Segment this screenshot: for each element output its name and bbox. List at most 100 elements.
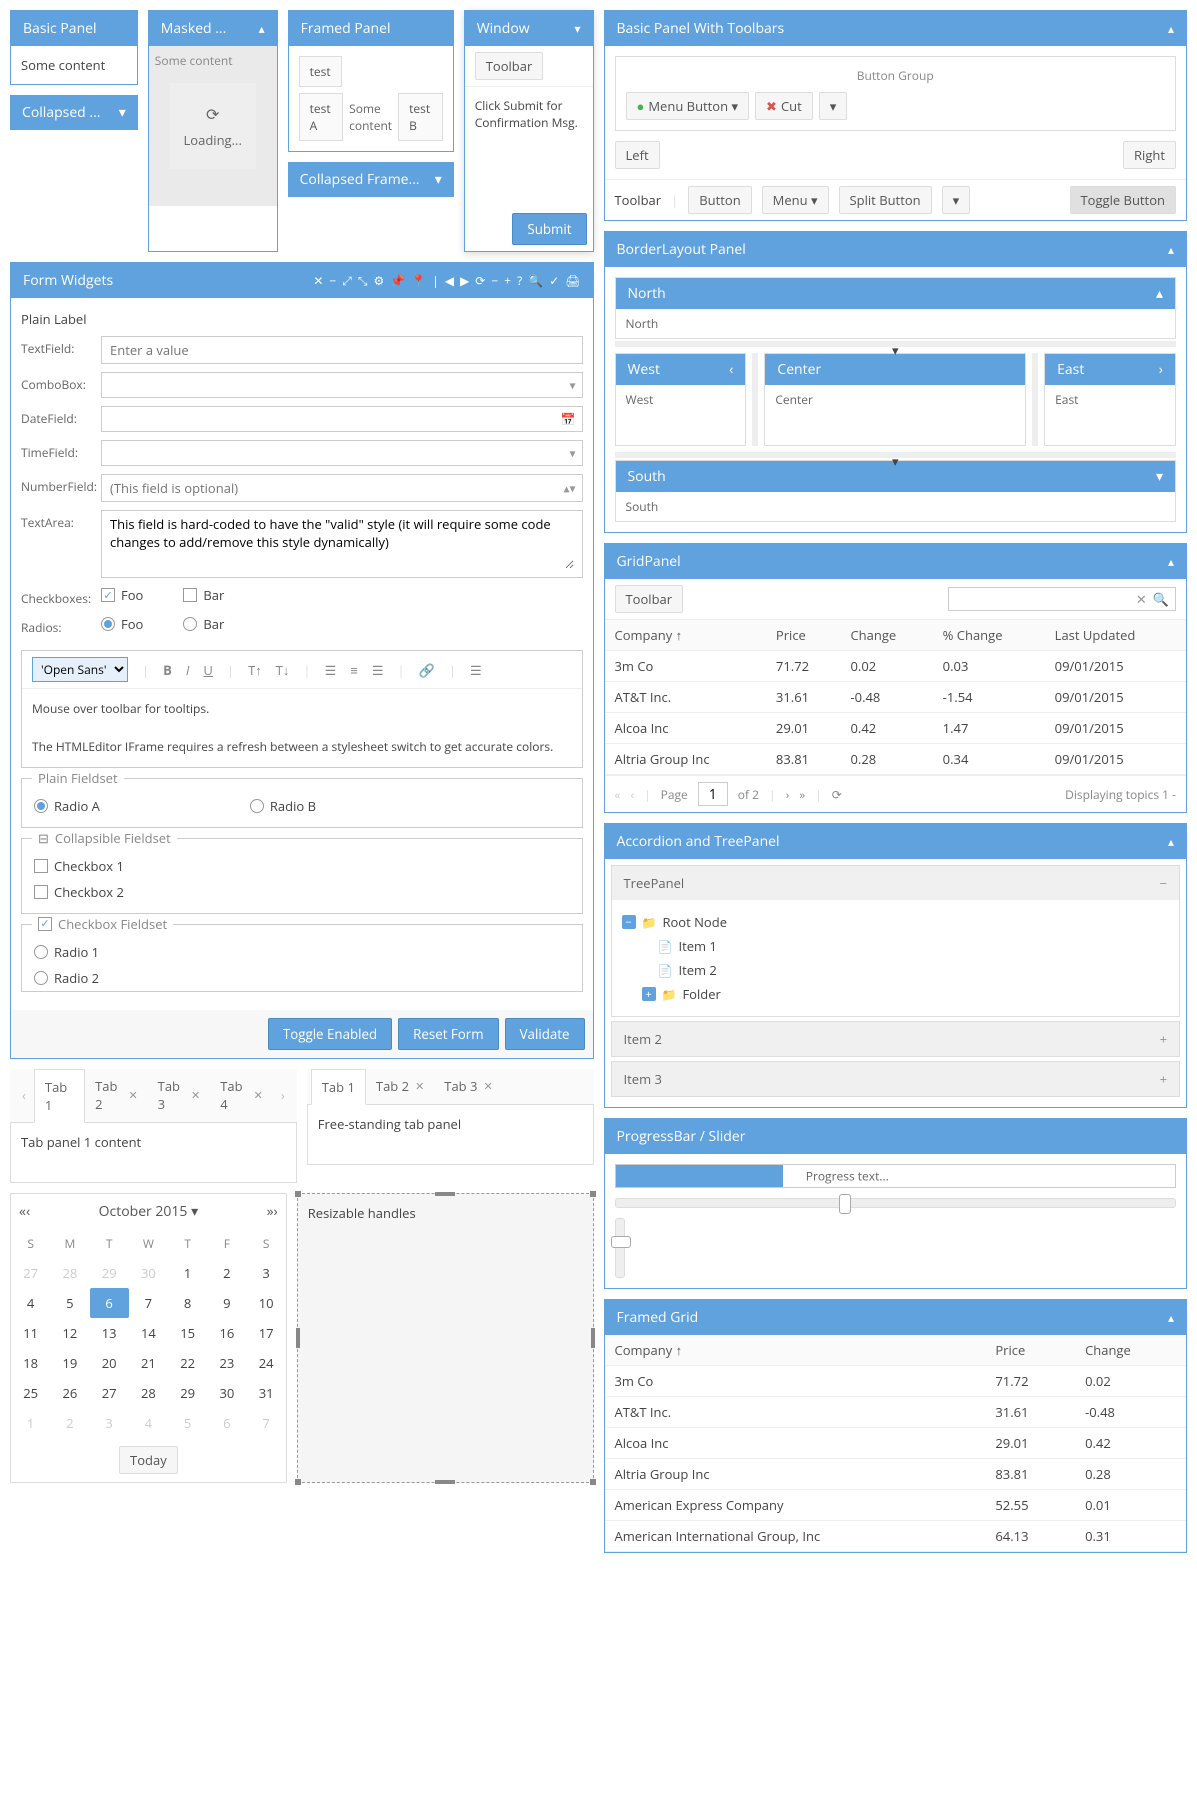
cal-cell[interactable]: 21: [129, 1348, 168, 1378]
split-button[interactable]: Split Button: [839, 186, 932, 214]
radio-1[interactable]: Radio 1: [34, 943, 570, 961]
button[interactable]: Button: [688, 186, 751, 214]
cal-cell[interactable]: 9: [207, 1288, 246, 1318]
collapse-toggle-icon[interactable]: ⊟: [38, 829, 49, 847]
collapse-icon[interactable]: [1168, 20, 1174, 37]
table-row[interactable]: American International Group, Inc64.130.…: [605, 1521, 1187, 1552]
close-icon[interactable]: ✕: [483, 1079, 492, 1094]
close-icon[interactable]: ✕: [254, 1088, 263, 1103]
cal-cell[interactable]: 4: [11, 1288, 50, 1318]
align-right-icon[interactable]: ☰: [372, 661, 384, 679]
grid-column-header[interactable]: Company ↑: [605, 1335, 986, 1366]
radio-icon[interactable]: [183, 617, 197, 631]
cal-cell[interactable]: 6: [207, 1408, 246, 1438]
cal-cell[interactable]: 6: [90, 1288, 129, 1318]
menu-dropdown[interactable]: Menu: [762, 186, 829, 214]
splitter[interactable]: [752, 353, 758, 446]
underline-icon[interactable]: U: [203, 661, 212, 679]
numberfield-input[interactable]: ▴▾: [101, 474, 583, 502]
grid-column-header[interactable]: Company ↑: [605, 620, 766, 651]
cal-cell[interactable]: 2: [50, 1408, 89, 1438]
cal-cell[interactable]: 29: [168, 1378, 207, 1408]
plus-icon[interactable]: +: [1160, 1030, 1167, 1048]
grid-search[interactable]: ✕ 🔍: [948, 587, 1176, 611]
close-icon[interactable]: ✕: [313, 272, 323, 289]
search-input[interactable]: [955, 590, 1130, 608]
free-tab-3[interactable]: Tab 3✕: [434, 1069, 502, 1103]
table-row[interactable]: AT&T Inc.31.61-0.48: [605, 1397, 1187, 1428]
cal-cell[interactable]: 5: [168, 1408, 207, 1438]
tree-root[interactable]: −Root Node: [622, 910, 1170, 934]
cal-cell[interactable]: 10: [247, 1288, 286, 1318]
resize-handle-icon[interactable]: [295, 1191, 301, 1197]
cal-cell[interactable]: 28: [129, 1378, 168, 1408]
cut-button[interactable]: Cut: [755, 92, 813, 120]
dropdown-icon[interactable]: [830, 97, 837, 115]
checkbox-2[interactable]: Checkbox 2: [34, 883, 570, 901]
radio-icon[interactable]: [34, 971, 48, 985]
print-icon[interactable]: 🖨: [565, 272, 580, 289]
reset-form-button[interactable]: Reset Form: [398, 1018, 498, 1050]
collapse-icon[interactable]: [259, 20, 265, 37]
cal-cell[interactable]: 19: [50, 1348, 89, 1378]
cal-cell[interactable]: 1: [168, 1258, 207, 1288]
table-row[interactable]: Altria Group Inc83.810.280.3409/01/2015: [605, 744, 1187, 775]
window-menu-icon[interactable]: [574, 20, 580, 37]
window-header[interactable]: Window: [465, 11, 593, 46]
tab-1[interactable]: Tab 1: [34, 1069, 85, 1123]
collapsed-panel[interactable]: Collapsed ...: [10, 95, 138, 130]
bold-icon[interactable]: B: [163, 661, 172, 679]
radio-icon[interactable]: [34, 799, 48, 813]
plus-icon[interactable]: +: [1160, 1070, 1167, 1088]
right-button[interactable]: Right: [1123, 141, 1176, 169]
cal-cell[interactable]: 18: [11, 1348, 50, 1378]
next-year-icon[interactable]: »: [267, 1202, 278, 1221]
cal-cell[interactable]: 25: [11, 1378, 50, 1408]
split-dropdown[interactable]: [942, 186, 971, 214]
minus-icon[interactable]: −: [1160, 874, 1167, 892]
font-decrease-icon[interactable]: T↓: [276, 661, 290, 679]
cal-cell[interactable]: 30: [207, 1378, 246, 1408]
table-row[interactable]: AT&T Inc.31.61-0.48-1.5409/01/2015: [605, 682, 1187, 713]
tree-folder[interactable]: +Folder: [622, 982, 1170, 1006]
resize-handle-icon[interactable]: [435, 1480, 455, 1484]
horizontal-slider[interactable]: [615, 1198, 1177, 1208]
refresh-icon[interactable]: ⟳: [475, 272, 485, 289]
restore-icon[interactable]: ⤡: [358, 272, 368, 289]
link-icon[interactable]: 🔗: [419, 661, 435, 679]
cal-cell[interactable]: 3: [247, 1258, 286, 1288]
splitter[interactable]: ▾: [615, 341, 1177, 347]
grid-toolbar-button[interactable]: Toolbar: [615, 585, 684, 613]
dropdown-icon[interactable]: [569, 445, 575, 462]
cal-cell[interactable]: 29: [90, 1258, 129, 1288]
toggle-enabled-button[interactable]: Toggle Enabled: [268, 1018, 392, 1050]
cal-cell[interactable]: 24: [247, 1348, 286, 1378]
font-select[interactable]: 'Open Sans': [32, 657, 128, 682]
grid-column-header[interactable]: Price: [985, 1335, 1075, 1366]
checkbox-icon[interactable]: [38, 917, 52, 931]
help-icon[interactable]: ?: [517, 272, 522, 289]
collapse-icon[interactable]: [1159, 360, 1163, 379]
minus-icon[interactable]: −: [491, 272, 498, 289]
list-icon[interactable]: ☰: [470, 661, 482, 679]
cal-cell[interactable]: 3: [90, 1408, 129, 1438]
cal-cell[interactable]: 16: [207, 1318, 246, 1348]
cal-cell[interactable]: 28: [50, 1258, 89, 1288]
checkbox-1[interactable]: Checkbox 1: [34, 857, 570, 875]
grid-column-header[interactable]: Last Updated: [1045, 620, 1186, 651]
combobox-input[interactable]: [101, 372, 583, 398]
menu-button[interactable]: Menu Button: [626, 92, 750, 120]
tree-item[interactable]: Item 2: [622, 958, 1170, 982]
unpin-icon[interactable]: 📍: [411, 272, 426, 289]
collapse-icon[interactable]: [1168, 1309, 1174, 1326]
spinner-icon[interactable]: ▴▾: [563, 480, 575, 497]
close-icon[interactable]: ✕: [191, 1088, 200, 1103]
fieldset-legend[interactable]: Checkbox Fieldset: [32, 915, 173, 933]
textarea-input[interactable]: This field is hard-coded to have the "va…: [101, 510, 583, 578]
cal-cell[interactable]: 4: [129, 1408, 168, 1438]
italic-icon[interactable]: I: [186, 661, 190, 679]
plus-icon[interactable]: +: [504, 272, 511, 289]
grid-column-header[interactable]: Price: [766, 620, 841, 651]
prev-year-icon[interactable]: «: [19, 1202, 30, 1221]
grid-column-header[interactable]: Change: [840, 620, 932, 651]
